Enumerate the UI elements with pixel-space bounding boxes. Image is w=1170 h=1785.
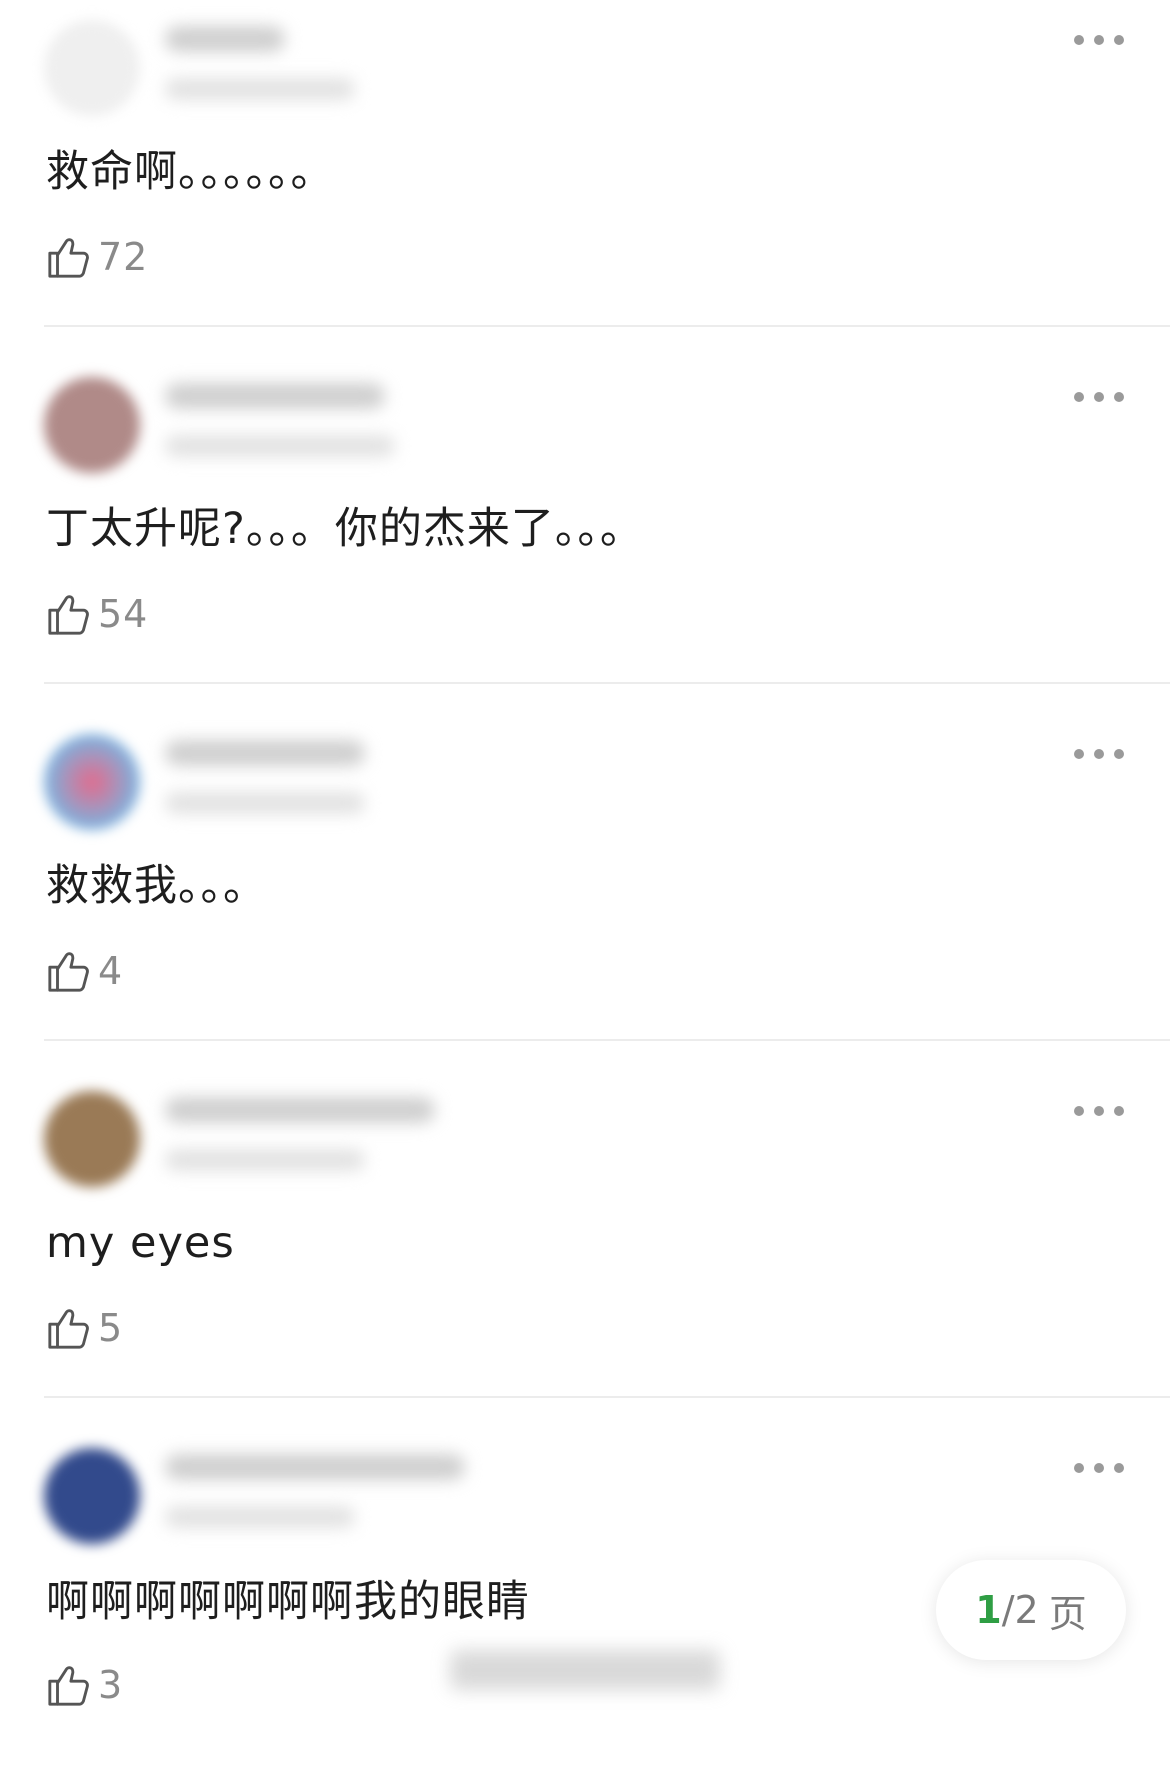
- more-dots-icon: [1074, 392, 1084, 402]
- avatar[interactable]: [44, 377, 140, 473]
- username-blurred[interactable]: [165, 740, 365, 766]
- more-options-button[interactable]: [1074, 1458, 1124, 1478]
- timestamp-blurred: [165, 1506, 355, 1528]
- more-dots-icon: [1074, 749, 1084, 759]
- thumbs-up-icon: [48, 238, 89, 278]
- divider: [44, 1039, 1170, 1041]
- timestamp-blurred: [165, 78, 355, 100]
- more-dot: [1114, 35, 1124, 45]
- like-button[interactable]: 3: [46, 1660, 123, 1710]
- more-dot: [1094, 749, 1104, 759]
- avatar[interactable]: [44, 20, 140, 116]
- username-blurred[interactable]: [165, 1454, 465, 1480]
- comment-text: 救命啊。。。。。。: [46, 147, 335, 197]
- like-count: 5: [98, 1306, 124, 1350]
- comment-item: 救命啊。。。。。。 72: [0, 0, 1170, 357]
- timestamp-blurred: [165, 435, 395, 457]
- avatar[interactable]: [44, 1448, 140, 1544]
- more-dot: [1094, 392, 1104, 402]
- username-blurred[interactable]: [165, 383, 385, 409]
- like-button[interactable]: 54: [46, 589, 148, 639]
- username-blurred[interactable]: [165, 26, 285, 52]
- like-button[interactable]: 72: [46, 232, 148, 282]
- current-page: 1: [975, 1588, 1002, 1632]
- avatar[interactable]: [44, 734, 140, 830]
- comment-item: 丁太升呢?。。。你的杰来了。。。 54: [0, 357, 1170, 714]
- avatar[interactable]: [44, 1091, 140, 1187]
- comment-text: 救救我。。。: [46, 861, 267, 911]
- watermark-blurred: [450, 1650, 720, 1690]
- timestamp-blurred: [165, 792, 365, 814]
- more-dot: [1114, 749, 1124, 759]
- more-dots-icon: [1074, 1106, 1084, 1116]
- comment-text: 啊啊啊啊啊啊啊我的眼睛: [46, 1577, 530, 1627]
- page-indicator[interactable]: 1/2 页: [936, 1560, 1126, 1660]
- thumbs-up-icon: [48, 595, 89, 635]
- thumbs-up-icon: [48, 1309, 89, 1349]
- divider: [44, 325, 1170, 327]
- page-separator: /: [1001, 1588, 1015, 1632]
- like-count: 72: [98, 235, 149, 279]
- more-options-button[interactable]: [1074, 744, 1124, 764]
- page-unit: 页: [1048, 1591, 1087, 1636]
- comment-item: 救救我。。。 4: [0, 714, 1170, 1071]
- username-blurred[interactable]: [165, 1097, 435, 1123]
- like-button[interactable]: 4: [46, 946, 123, 996]
- more-dot: [1094, 35, 1104, 45]
- comment-text: my eyes: [46, 1218, 235, 1268]
- like-count: 54: [98, 592, 149, 636]
- divider: [44, 682, 1170, 684]
- more-dot: [1094, 1106, 1104, 1116]
- divider: [44, 1396, 1170, 1398]
- more-options-button[interactable]: [1074, 30, 1124, 50]
- like-count: 3: [98, 1663, 124, 1707]
- timestamp-blurred: [165, 1149, 365, 1171]
- more-dot: [1114, 1106, 1124, 1116]
- more-dot: [1114, 1463, 1124, 1473]
- like-count: 4: [98, 949, 124, 993]
- more-options-button[interactable]: [1074, 387, 1124, 407]
- more-dot: [1094, 1463, 1104, 1473]
- total-pages: 2: [1014, 1588, 1039, 1632]
- more-dot: [1114, 392, 1124, 402]
- more-dots-icon: [1074, 1463, 1084, 1473]
- comment-item: my eyes 5: [0, 1071, 1170, 1428]
- comment-text: 丁太升呢?。。。你的杰来了。。。: [46, 504, 644, 554]
- more-dots-icon: [1074, 35, 1084, 45]
- thumbs-up-icon: [48, 1666, 89, 1706]
- thumbs-up-icon: [48, 952, 89, 992]
- more-options-button[interactable]: [1074, 1101, 1124, 1121]
- like-button[interactable]: 5: [46, 1303, 123, 1353]
